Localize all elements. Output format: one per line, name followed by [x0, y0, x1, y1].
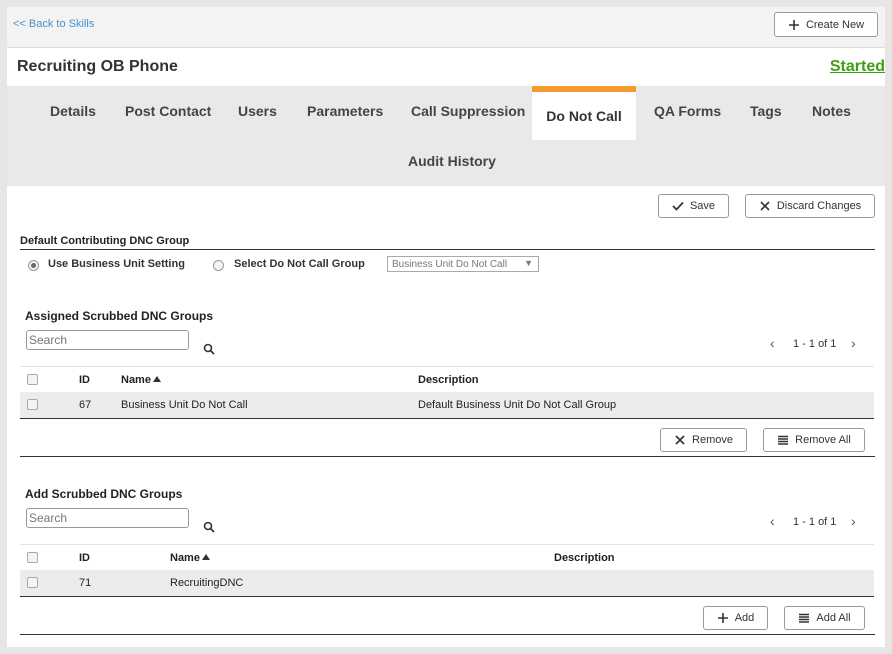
add-table-header: ID Name Description: [20, 544, 874, 571]
col-name[interactable]: Name: [121, 374, 161, 386]
close-icon: [675, 435, 685, 445]
page-frame: << Back to Skills Create New Recruiting …: [7, 7, 885, 647]
dnc-group-dropdown[interactable]: Business Unit Do Not Call ▼: [387, 256, 539, 272]
default-group-label: Default Contributing DNC Group: [20, 235, 190, 247]
row-description: Default Business Unit Do Not Call Group: [418, 399, 617, 411]
next-page-icon[interactable]: ›: [851, 335, 856, 351]
tab-users[interactable]: Users: [238, 103, 277, 119]
add-section-title: Add Scrubbed DNC Groups: [25, 487, 183, 501]
radio-select-dnc-group-label: Select Do Not Call Group: [234, 258, 365, 270]
add-all-button[interactable]: Add All: [784, 606, 865, 630]
radio-select-dnc-group[interactable]: [213, 260, 224, 271]
row-checkbox[interactable]: [27, 399, 38, 410]
page-title: Recruiting OB Phone: [17, 58, 178, 75]
row-name: RecruitingDNC: [170, 577, 244, 589]
dnc-group-dropdown-value: Business Unit Do Not Call: [392, 259, 508, 270]
col-description: Description: [418, 374, 479, 386]
create-new-button[interactable]: Create New: [774, 12, 878, 37]
tab-do-not-call-label: Do Not Call: [546, 108, 622, 124]
sort-asc-icon: [201, 554, 210, 560]
row-id: 67: [79, 399, 92, 411]
add-search-input[interactable]: [26, 508, 189, 528]
divider: [20, 249, 875, 250]
assigned-table-header: ID Name Description: [20, 366, 874, 393]
discard-changes-button[interactable]: Discard Changes: [745, 194, 875, 218]
title-bar: Recruiting OB Phone Started: [7, 48, 885, 86]
tab-details[interactable]: Details: [50, 103, 96, 119]
check-icon: [672, 201, 684, 211]
col-id: ID: [79, 552, 90, 564]
top-bar: << Back to Skills Create New: [7, 7, 885, 48]
col-name-label: Name: [170, 552, 200, 564]
create-new-label: Create New: [805, 18, 865, 31]
row-id: 71: [79, 577, 92, 589]
tab-bar: Details Post Contact Users Parameters Ca…: [7, 86, 885, 186]
add-pager: ‹ 1 - 1 of 1 ›: [767, 513, 867, 530]
table-row[interactable]: 71 RecruitingDNC: [20, 570, 874, 597]
plus-icon: [717, 613, 728, 623]
remove-all-label: Remove All: [795, 434, 851, 446]
tab-qa-forms[interactable]: QA Forms: [654, 103, 721, 119]
list-icon: [799, 613, 810, 623]
tab-tags[interactable]: Tags: [750, 103, 782, 119]
row-checkbox[interactable]: [27, 577, 38, 588]
tab-notes[interactable]: Notes: [812, 103, 851, 119]
assigned-section-title: Assigned Scrubbed DNC Groups: [25, 309, 214, 323]
add-label: Add: [734, 612, 755, 624]
sort-asc-icon: [152, 376, 161, 382]
remove-button[interactable]: Remove: [660, 428, 747, 452]
row-name: Business Unit Do Not Call: [121, 399, 248, 411]
assigned-search-input[interactable]: [26, 330, 189, 350]
assigned-pager-text: 1 - 1 of 1: [793, 338, 837, 350]
remove-all-button[interactable]: Remove All: [763, 428, 865, 452]
add-pager-text: 1 - 1 of 1: [793, 516, 837, 528]
tab-call-suppression[interactable]: Call Suppression: [411, 103, 525, 119]
tab-audit-history[interactable]: Audit History: [408, 153, 496, 169]
tab-parameters[interactable]: Parameters: [307, 103, 383, 119]
radio-use-business-unit-label: Use Business Unit Setting: [48, 258, 185, 270]
list-icon: [778, 435, 789, 445]
plus-icon: [788, 19, 799, 30]
next-page-icon[interactable]: ›: [851, 513, 856, 529]
status-link[interactable]: Started: [830, 58, 885, 76]
select-all-checkbox[interactable]: [27, 374, 38, 385]
tab-do-not-call[interactable]: Do Not Call: [532, 86, 636, 140]
add-all-label: Add All: [816, 612, 851, 624]
col-name[interactable]: Name: [170, 552, 210, 564]
tab-post-contact[interactable]: Post Contact: [125, 103, 211, 119]
col-id: ID: [79, 374, 90, 386]
close-icon: [760, 201, 770, 211]
save-button[interactable]: Save: [658, 194, 729, 218]
add-button[interactable]: Add: [703, 606, 768, 630]
remove-label: Remove: [692, 434, 733, 446]
prev-page-icon[interactable]: ‹: [770, 335, 775, 351]
col-description: Description: [554, 552, 615, 564]
save-label: Save: [689, 200, 716, 212]
search-icon[interactable]: [203, 521, 215, 533]
radio-use-business-unit[interactable]: [28, 260, 39, 271]
divider: [20, 456, 875, 457]
assigned-pager: ‹ 1 - 1 of 1 ›: [767, 335, 867, 352]
back-to-skills-link[interactable]: << Back to Skills: [13, 18, 94, 30]
table-row[interactable]: 67 Business Unit Do Not Call Default Bus…: [20, 392, 874, 419]
prev-page-icon[interactable]: ‹: [770, 513, 775, 529]
divider: [20, 634, 875, 635]
discard-changes-label: Discard Changes: [776, 200, 862, 212]
select-all-checkbox[interactable]: [27, 552, 38, 563]
dropdown-arrow-icon: ▼: [524, 258, 533, 268]
search-icon[interactable]: [203, 343, 215, 355]
col-name-label: Name: [121, 374, 151, 386]
